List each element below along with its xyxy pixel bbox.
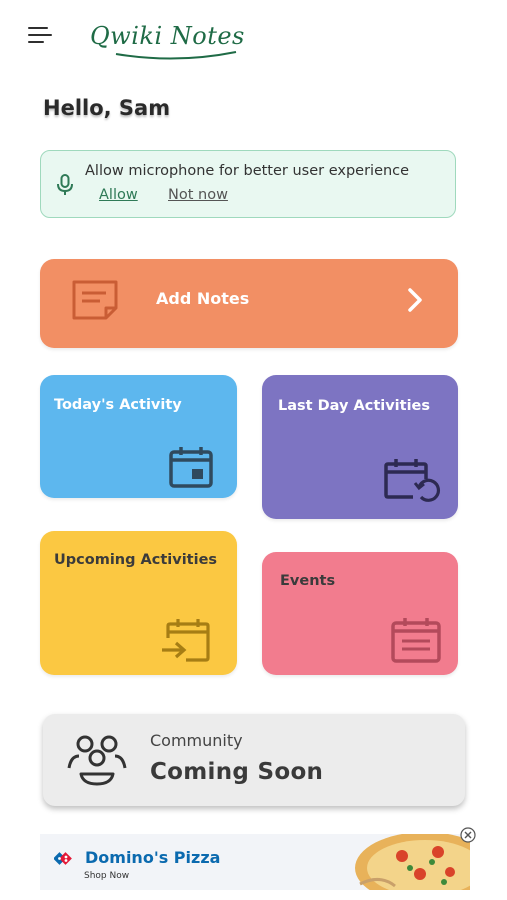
pizza-image bbox=[355, 834, 470, 890]
note-icon bbox=[72, 280, 118, 320]
events-card[interactable]: Events bbox=[262, 552, 458, 675]
not-now-button[interactable]: Not now bbox=[168, 187, 228, 203]
allow-button[interactable]: Allow bbox=[99, 187, 138, 203]
upcoming-activities-card[interactable]: Upcoming Activities bbox=[40, 531, 237, 675]
mic-permission-message: Allow microphone for better user experie… bbox=[85, 163, 410, 179]
todays-activity-card[interactable]: Today's Activity bbox=[40, 375, 237, 498]
calendar-icon bbox=[169, 447, 213, 488]
people-icon bbox=[67, 735, 127, 786]
chevron-right-icon bbox=[408, 288, 422, 312]
dominos-logo-icon bbox=[54, 852, 72, 865]
calendar-history-icon bbox=[384, 459, 441, 502]
app-logo: Qwiki Notes bbox=[86, 18, 256, 62]
todays-activity-label: Today's Activity bbox=[54, 397, 182, 413]
community-title: Community bbox=[150, 731, 243, 750]
community-status: Coming Soon bbox=[150, 759, 324, 785]
greeting-text: Hello, Sam bbox=[43, 96, 171, 120]
events-label: Events bbox=[280, 573, 336, 589]
last-day-activities-card[interactable]: Last Day Activities bbox=[262, 375, 458, 519]
calendar-list-icon bbox=[391, 618, 441, 663]
hamburger-menu-icon[interactable] bbox=[28, 24, 54, 46]
close-icon[interactable] bbox=[460, 827, 476, 843]
calendar-arrow-icon bbox=[162, 619, 210, 662]
add-notes-label: Add Notes bbox=[156, 289, 250, 308]
last-day-activities-label: Last Day Activities bbox=[278, 398, 431, 414]
ad-shop-now[interactable]: Shop Now bbox=[84, 871, 129, 881]
microphone-permission-banner: Allow microphone for better user experie… bbox=[40, 150, 456, 218]
community-card[interactable]: Community Coming Soon bbox=[43, 714, 465, 806]
ad-brand-name: Domino's Pizza bbox=[85, 848, 221, 867]
upcoming-activities-label: Upcoming Activities bbox=[54, 552, 218, 568]
microphone-icon bbox=[57, 174, 73, 195]
ad-banner[interactable]: Domino's Pizza Shop Now bbox=[40, 834, 470, 890]
add-notes-card[interactable]: Add Notes bbox=[40, 259, 458, 348]
